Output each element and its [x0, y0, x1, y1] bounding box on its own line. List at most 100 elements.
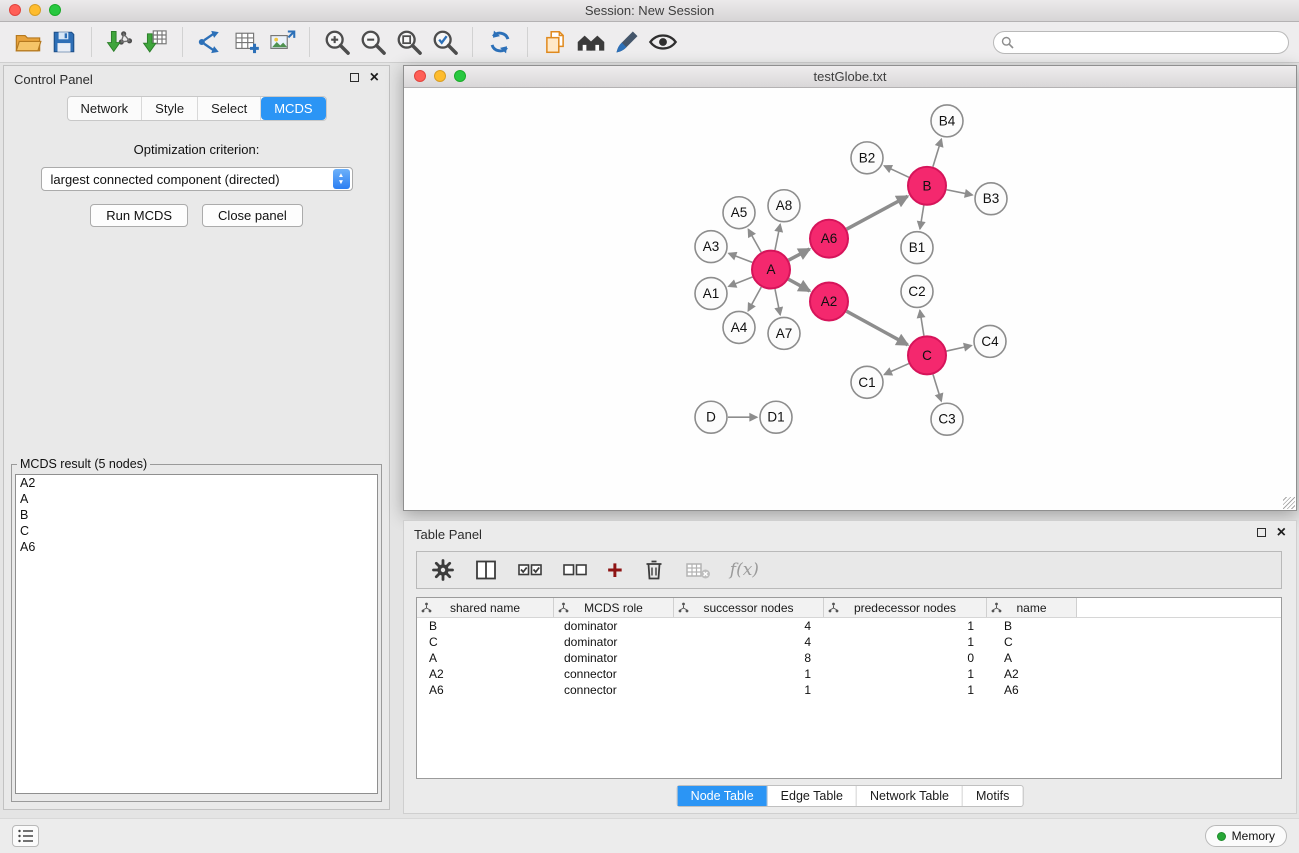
close-network-button[interactable]	[414, 70, 426, 82]
graph-edge-C-C1[interactable]	[884, 364, 909, 375]
graph-edge-B-B3[interactable]	[947, 190, 973, 195]
graph-node-A[interactable]: A	[752, 251, 790, 289]
select-columns-button[interactable]	[474, 555, 498, 585]
table-settings-button[interactable]	[431, 555, 455, 585]
import-table-button[interactable]	[137, 24, 173, 60]
column-header-name[interactable]: name	[987, 598, 1077, 617]
zoom-selected-button[interactable]	[427, 24, 463, 60]
float-panel-icon[interactable]	[350, 73, 359, 82]
graph-edge-B-B4[interactable]	[933, 139, 942, 167]
table-row[interactable]: Adominator80A	[417, 650, 1281, 666]
optimization-criterion-select[interactable]: largest connected component (directed) ▲…	[41, 167, 353, 191]
float-panel-icon[interactable]	[1257, 528, 1266, 537]
import-network-button[interactable]	[101, 24, 137, 60]
apply-layout-button[interactable]	[482, 24, 518, 60]
graph-node-B4[interactable]: B4	[931, 105, 963, 137]
close-panel-button[interactable]: Close panel	[202, 204, 303, 227]
save-session-button[interactable]	[46, 24, 82, 60]
column-header-successor-nodes[interactable]: successor nodes	[674, 598, 824, 617]
zoom-in-button[interactable]	[319, 24, 355, 60]
graph-node-C[interactable]: C	[908, 336, 946, 374]
graph-node-B[interactable]: B	[908, 167, 946, 205]
graph-edge-B-B2[interactable]	[884, 166, 909, 177]
tab-select[interactable]: Select	[198, 97, 261, 120]
graph-edge-C-C3[interactable]	[933, 374, 941, 401]
export-image-button[interactable]	[264, 24, 300, 60]
graph-node-A2[interactable]: A2	[810, 283, 848, 321]
memory-button[interactable]: Memory	[1205, 825, 1287, 847]
tab-network-table[interactable]: Network Table	[857, 786, 963, 806]
show-panels-button[interactable]	[12, 825, 39, 847]
search-field[interactable]	[993, 31, 1289, 54]
style-brush-button[interactable]	[609, 24, 645, 60]
unselect-all-button[interactable]	[562, 555, 588, 585]
graph-node-A1[interactable]: A1	[695, 278, 727, 310]
graph-edge-A6-B[interactable]	[847, 196, 908, 229]
graph-node-A7[interactable]: A7	[768, 317, 800, 349]
graph-node-A4[interactable]: A4	[723, 311, 755, 343]
result-item[interactable]: A2	[16, 475, 377, 491]
graph-node-A5[interactable]: A5	[723, 197, 755, 229]
tab-mcds[interactable]: MCDS	[261, 97, 325, 120]
zoom-network-button[interactable]	[454, 70, 466, 82]
result-item[interactable]: C	[16, 523, 377, 539]
graph-edge-A-A4[interactable]	[748, 287, 761, 311]
column-header-predecessor-nodes[interactable]: predecessor nodes	[824, 598, 987, 617]
graph-edge-A-A7[interactable]	[775, 289, 780, 315]
new-network-button[interactable]	[192, 24, 228, 60]
tab-motifs[interactable]: Motifs	[963, 786, 1022, 806]
function-builder-button[interactable]: f(x)	[730, 555, 759, 585]
graph-node-B3[interactable]: B3	[975, 183, 1007, 215]
graph-node-A3[interactable]: A3	[695, 231, 727, 263]
graph-node-A6[interactable]: A6	[810, 220, 848, 258]
copy-documents-button[interactable]	[537, 24, 573, 60]
select-all-button[interactable]	[517, 555, 543, 585]
graph-node-C1[interactable]: C1	[851, 366, 883, 398]
graph-node-D1[interactable]: D1	[760, 401, 792, 433]
search-input[interactable]	[1018, 35, 1281, 49]
network-canvas[interactable]: B4B2BB3A5A8A6A3B1AC2A1A2A4A7C4CC1C3DD1	[404, 88, 1296, 510]
graph-edge-C-C2[interactable]	[920, 310, 924, 335]
result-item[interactable]: B	[16, 507, 377, 523]
add-column-button[interactable]: +	[607, 555, 623, 585]
graph-edge-A-A1[interactable]	[729, 277, 753, 286]
tab-style[interactable]: Style	[142, 97, 198, 120]
tab-network[interactable]: Network	[67, 97, 142, 120]
network-graph[interactable]: B4B2BB3A5A8A6A3B1AC2A1A2A4A7C4CC1C3DD1	[404, 88, 1296, 510]
open-session-button[interactable]	[10, 24, 46, 60]
zoom-fit-button[interactable]	[391, 24, 427, 60]
graph-edge-A-A2[interactable]	[789, 279, 810, 291]
delete-table-button[interactable]	[685, 555, 711, 585]
home-button[interactable]	[573, 24, 609, 60]
graph-edge-A-A3[interactable]	[729, 253, 753, 262]
tab-edge-table[interactable]: Edge Table	[768, 786, 857, 806]
graph-node-B1[interactable]: B1	[901, 232, 933, 264]
column-header-mcds-role[interactable]: MCDS role	[554, 598, 674, 617]
column-header-shared-name[interactable]: shared name	[417, 598, 554, 617]
tab-node-table[interactable]: Node Table	[678, 786, 768, 806]
result-item[interactable]: A	[16, 491, 377, 507]
graph-edge-B-B1[interactable]	[920, 205, 924, 228]
table-row[interactable]: A6connector11A6	[417, 682, 1281, 698]
graph-node-C2[interactable]: C2	[901, 276, 933, 308]
graph-node-D[interactable]: D	[695, 401, 727, 433]
graph-edge-A-A5[interactable]	[748, 229, 761, 252]
graph-node-B2[interactable]: B2	[851, 142, 883, 174]
new-table-button[interactable]	[228, 24, 264, 60]
mcds-result-list[interactable]: A2ABCA6	[15, 474, 378, 794]
zoom-out-button[interactable]	[355, 24, 391, 60]
graph-edge-C-C4[interactable]	[947, 345, 972, 351]
graph-edge-A-A6[interactable]	[789, 249, 810, 260]
table-row[interactable]: A2connector11A2	[417, 666, 1281, 682]
graph-node-C4[interactable]: C4	[974, 325, 1006, 357]
close-panel-icon[interactable]: ×	[370, 72, 379, 83]
graph-node-A8[interactable]: A8	[768, 190, 800, 222]
table-row[interactable]: Bdominator41B	[417, 618, 1281, 634]
minimize-network-button[interactable]	[434, 70, 446, 82]
table-row[interactable]: Cdominator41C	[417, 634, 1281, 650]
result-item[interactable]: A6	[16, 539, 377, 555]
graph-edge-A2-C[interactable]	[847, 311, 908, 345]
show-hide-button[interactable]	[645, 24, 681, 60]
run-mcds-button[interactable]: Run MCDS	[90, 204, 188, 227]
window-resize-grip[interactable]	[1283, 497, 1295, 509]
